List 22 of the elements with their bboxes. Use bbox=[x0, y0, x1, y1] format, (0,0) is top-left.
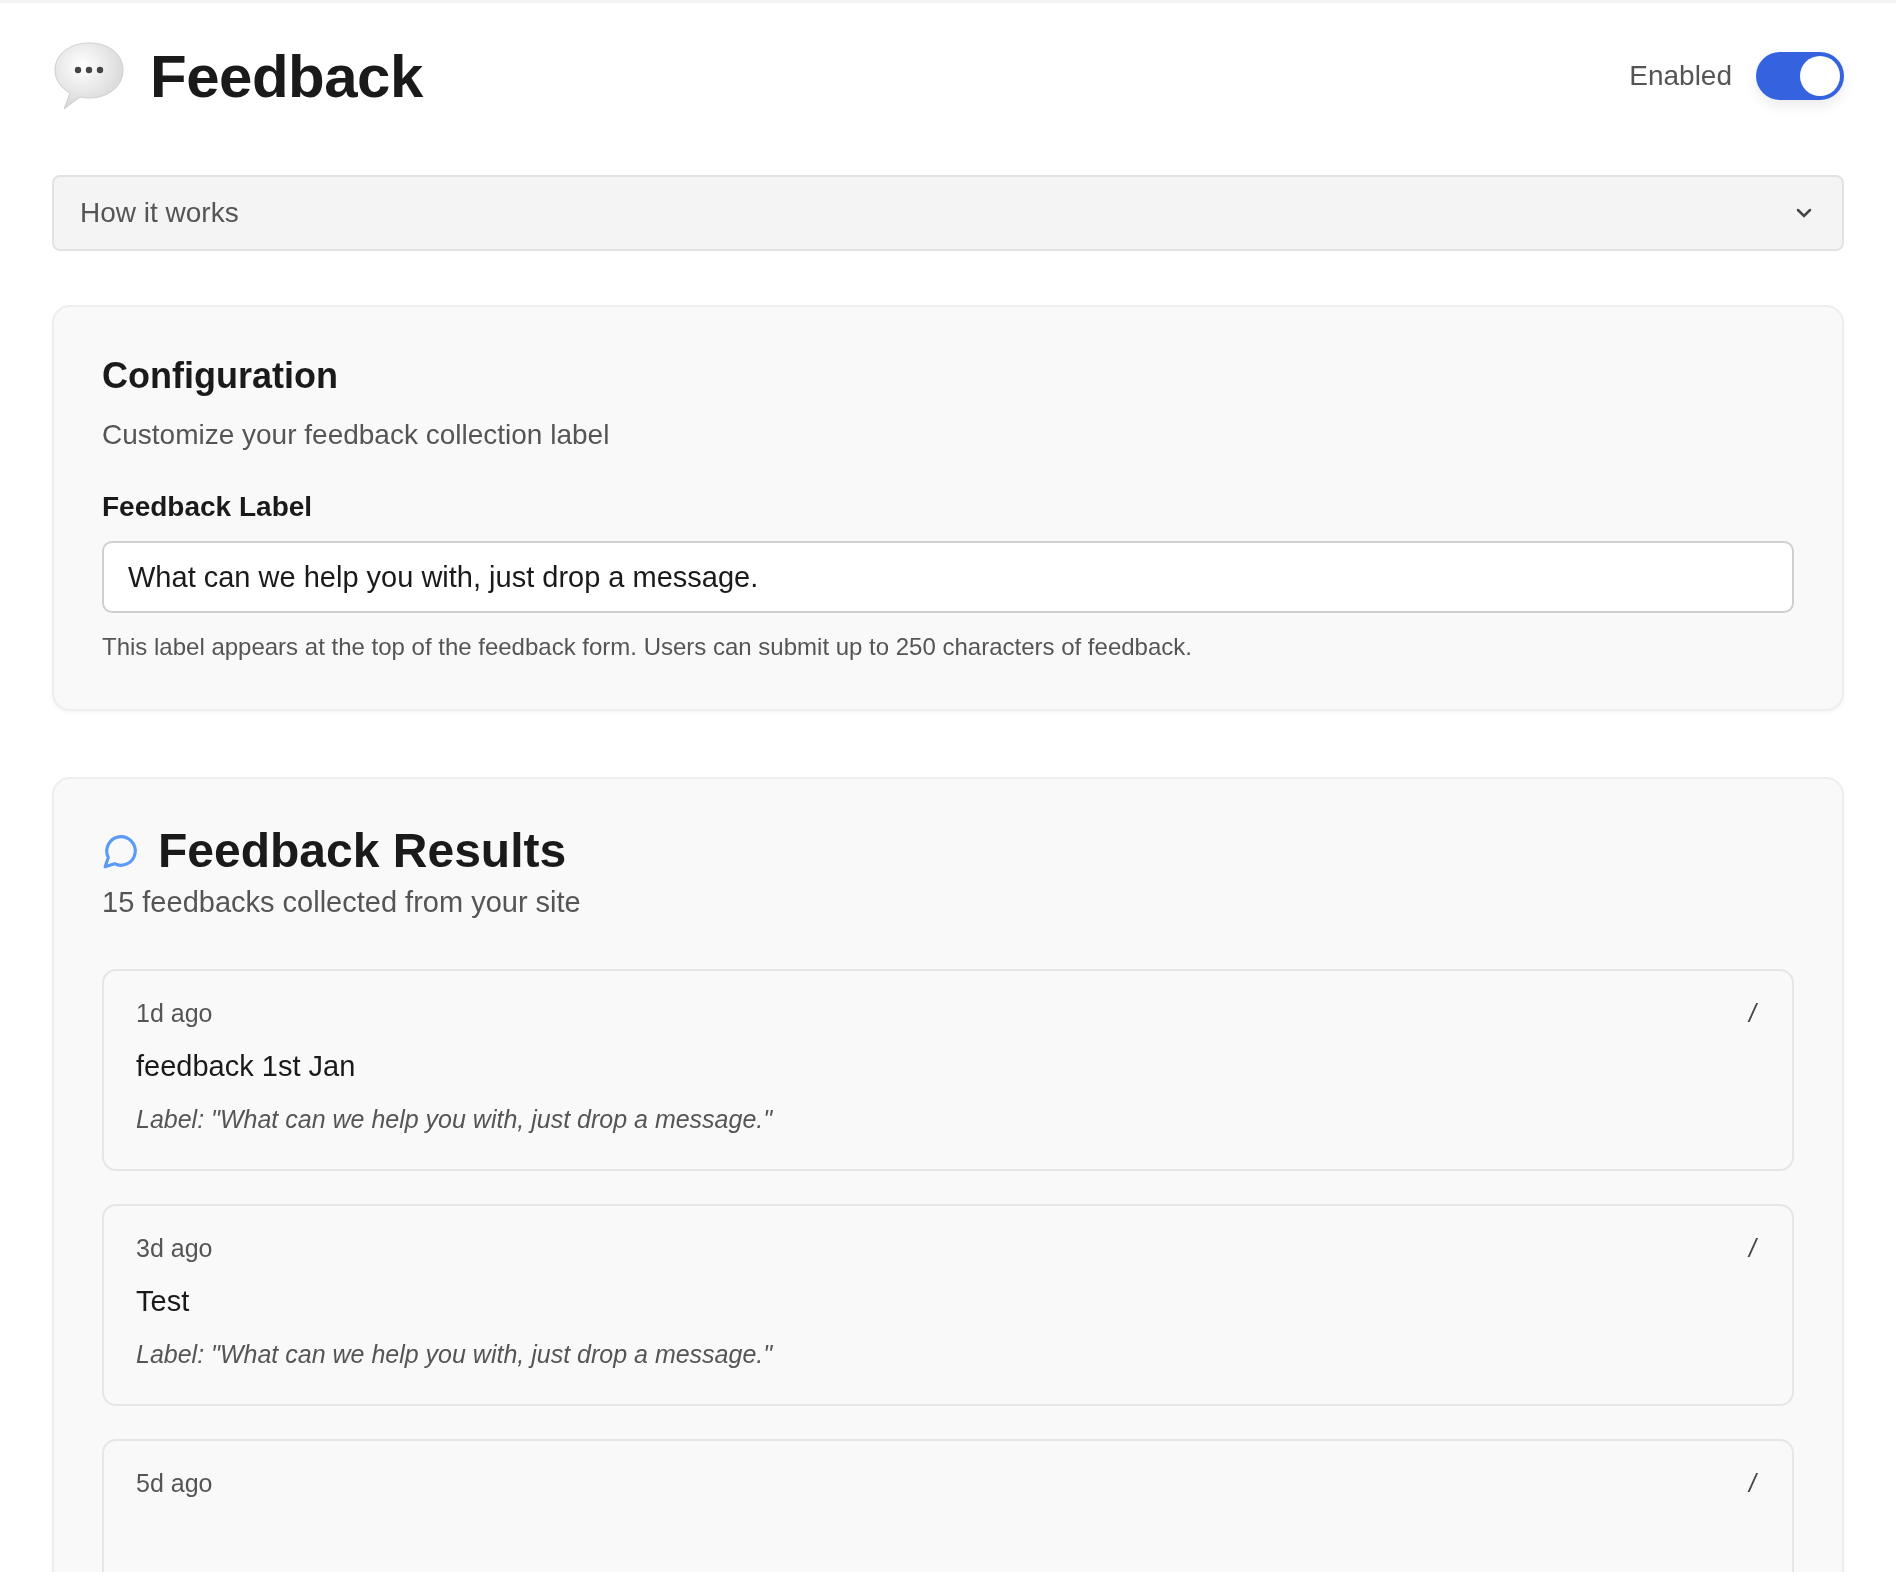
accordion-header[interactable]: How it works bbox=[52, 175, 1844, 251]
feedback-label: Label: "What can we help you with, just drop a message." bbox=[136, 1105, 774, 1134]
feedback-label: Label: "What can we help you with, just drop a message." bbox=[136, 1340, 774, 1369]
section-title: Feedback Results bbox=[158, 823, 567, 878]
feedback-message: Test bbox=[136, 1285, 191, 1318]
speech-bubble-icon bbox=[52, 40, 126, 112]
feedback-message: feedback 1st Jan bbox=[136, 1050, 357, 1083]
action-button[interactable]: / bbox=[1745, 1469, 1760, 1498]
page-title: Feedback bbox=[150, 41, 423, 111]
field-label: Feedback Label bbox=[102, 491, 314, 523]
section-title: Configuration bbox=[102, 355, 339, 397]
toggle-label: Enabled bbox=[1629, 60, 1732, 92]
enabled-toggle[interactable] bbox=[1756, 52, 1844, 100]
timestamp: 3d ago bbox=[136, 1234, 213, 1263]
timestamp: 5d ago bbox=[136, 1469, 213, 1498]
help-text: This label appears at the top of the feedback form. Users can submit up to 250 characters of feedback. bbox=[102, 633, 1193, 661]
section-subtitle: 15 feedbacks collected from your site bbox=[102, 886, 582, 919]
action-button[interactable]: / bbox=[1745, 1234, 1760, 1263]
timestamp: 1d ago bbox=[136, 999, 213, 1028]
section-subtitle: Customize your feedback collection label bbox=[102, 419, 611, 451]
action-button[interactable]: / bbox=[1745, 999, 1760, 1028]
input-field[interactable]: What can we help you with, just drop a message. bbox=[102, 541, 1794, 613]
